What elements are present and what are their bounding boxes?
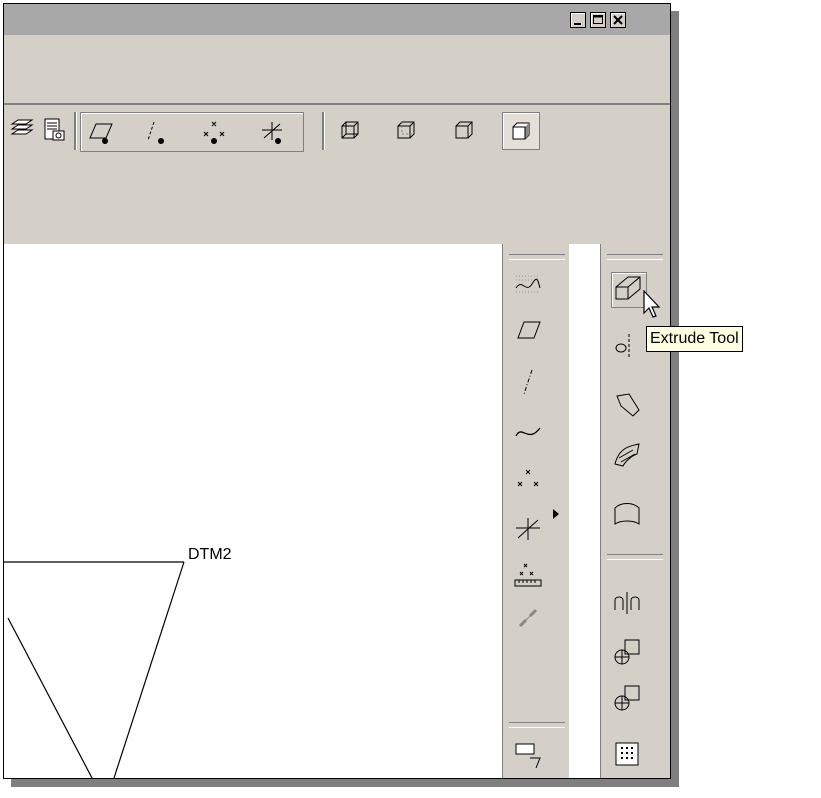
close-button[interactable] [610, 12, 626, 28]
close-icon [613, 15, 623, 25]
variable-section-sweep-icon[interactable] [611, 388, 643, 420]
layers-icon[interactable] [8, 116, 36, 144]
maximize-button[interactable] [590, 12, 606, 28]
coordinate-system-tool-icon[interactable] [512, 514, 544, 546]
revolve-tool-icon[interactable] [611, 330, 643, 362]
app-window: DTM2 [3, 3, 671, 779]
extrude-tool-tooltip: Extrude Tool [646, 326, 743, 352]
graphics-area[interactable] [4, 244, 502, 778]
datum-plane-tool-icon[interactable] [512, 314, 544, 346]
datum-toolbar [502, 244, 569, 778]
saved-view-icon[interactable] [40, 116, 68, 144]
no-hidden-icon[interactable] [450, 116, 478, 144]
feature-toolbar [600, 244, 670, 778]
shading-icon[interactable] [502, 112, 540, 150]
trim-tool-icon[interactable] [611, 682, 643, 714]
analysis-feature-icon[interactable] [512, 602, 544, 634]
merge-tool-icon[interactable] [611, 636, 643, 668]
title-bar [4, 4, 670, 35]
datum-axis-display-icon[interactable] [142, 118, 170, 146]
style-icon[interactable] [611, 498, 643, 530]
note-icon[interactable] [512, 738, 544, 770]
toolbar-grip [509, 254, 565, 260]
mouse-cursor-icon [643, 290, 661, 318]
datum-label-dtm2: DTM2 [188, 546, 232, 563]
minimize-icon [574, 23, 581, 25]
boundary-blend-icon[interactable] [611, 438, 643, 470]
minimize-button[interactable] [570, 12, 586, 28]
coordinate-system-display-icon[interactable] [258, 118, 286, 146]
mirror-tool-icon[interactable] [611, 586, 643, 618]
toolbar-separator [322, 112, 325, 150]
toolbar-grip [607, 554, 663, 560]
offset-datum-point-icon[interactable] [512, 560, 544, 592]
datum-axis-tool-icon[interactable] [512, 366, 544, 398]
menu-bar [4, 35, 670, 105]
wireframe-icon[interactable] [336, 116, 364, 144]
datum-point-tool-icon[interactable] [512, 466, 544, 498]
toolbar-grip [509, 722, 565, 728]
toolbar-grip [607, 254, 663, 260]
extrude-tool-icon[interactable] [611, 272, 647, 308]
maximize-icon [593, 15, 603, 24]
flyout-arrow-icon[interactable] [552, 509, 560, 519]
datum-point-display-icon[interactable] [200, 118, 228, 146]
datum-plane-display-icon[interactable] [86, 118, 114, 146]
datum-plane-edges [4, 561, 185, 778]
sketched-datum-curve-icon[interactable] [512, 268, 544, 300]
datum-curve-tool-icon[interactable] [512, 416, 544, 448]
toolbar-separator [74, 112, 77, 150]
hidden-line-icon[interactable] [392, 116, 420, 144]
pattern-tool-icon[interactable] [611, 738, 643, 770]
